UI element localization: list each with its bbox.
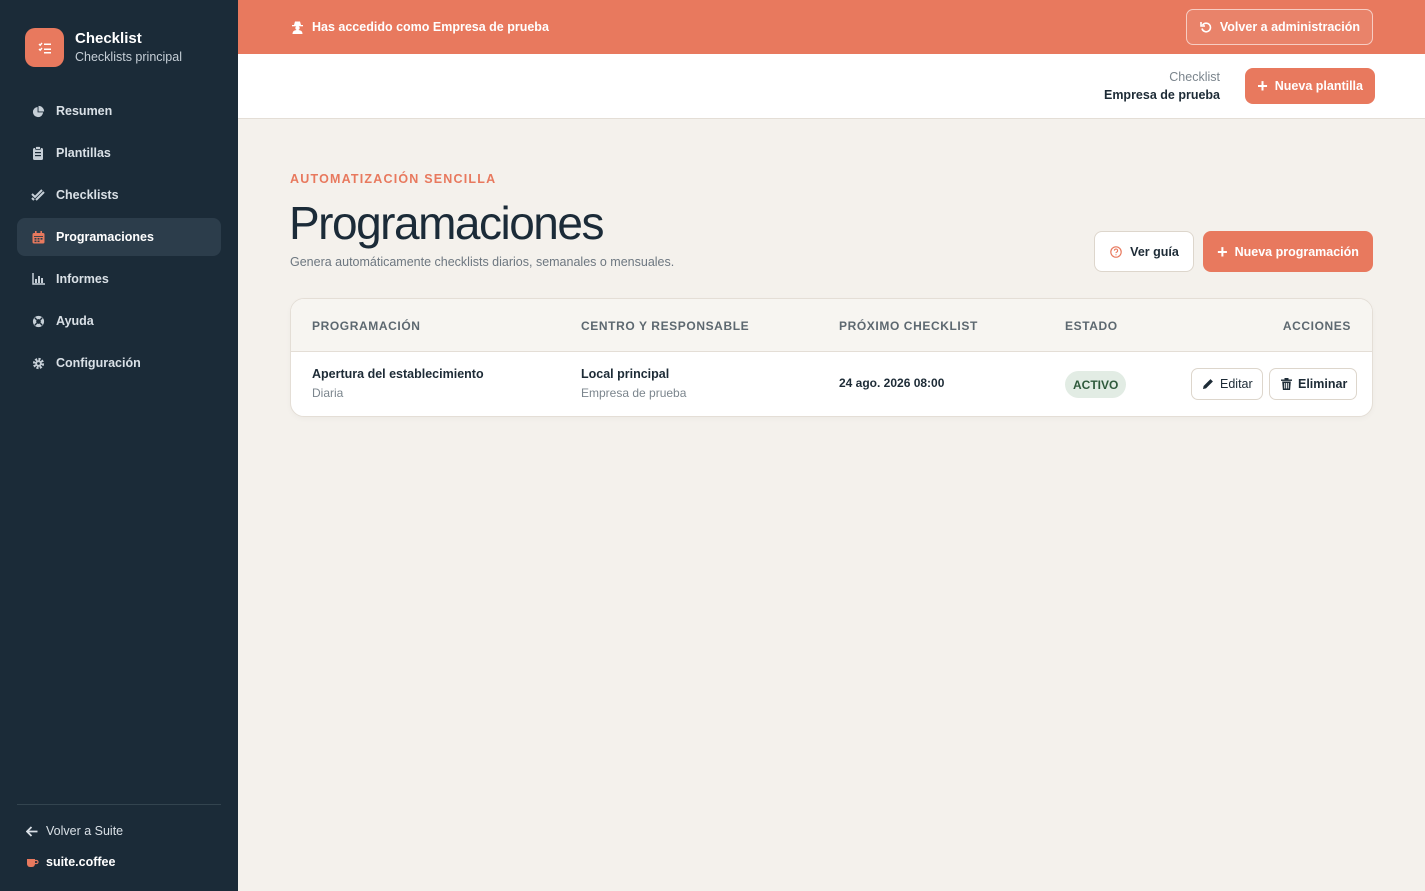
status-badge: ACTIVO	[1065, 371, 1127, 398]
sidebar-item-label: Configuración	[56, 356, 141, 370]
column-header-estado: ESTADO	[1065, 319, 1118, 333]
table-header: PROGRAMACIÓN CENTRO Y RESPONSABLE PRÓXIM…	[291, 299, 1372, 352]
sidebar-item-label: Programaciones	[56, 230, 154, 244]
sidebar-divider	[17, 804, 221, 805]
brand[interactable]: Checklist Checklists principal	[25, 28, 182, 67]
sidebar: Checklist Checklists principal Resumen P…	[0, 0, 238, 891]
brand-subtitle: Checklists principal	[75, 50, 182, 64]
sidebar-item-label: Resumen	[56, 104, 113, 118]
coffee-cup-icon	[25, 855, 39, 869]
column-header-centro: CENTRO Y RESPONSABLE	[581, 319, 750, 333]
schedule-name: Apertura del establecimiento	[312, 367, 484, 381]
banner-text: Has accedido como Empresa de prueba	[312, 20, 549, 34]
sidebar-item-programaciones[interactable]: Programaciones	[17, 218, 221, 256]
page-subtitle: Genera automáticamente checklists diario…	[290, 255, 675, 269]
return-to-admin-label: Volver a administración	[1219, 20, 1360, 34]
column-header-programacion: PROGRAMACIÓN	[312, 319, 421, 333]
bar-chart-icon	[31, 272, 45, 286]
plus-icon: +	[1257, 76, 1268, 96]
impersonation-banner: Has accedido como Empresa de prueba Volv…	[238, 0, 1425, 54]
column-header-proximo: PRÓXIMO CHECKLIST	[839, 319, 978, 333]
new-template-label: Nueva plantilla	[1274, 79, 1363, 93]
sidebar-item-checklists[interactable]: Checklists	[17, 176, 221, 214]
banner-message: Has accedido como Empresa de prueba	[290, 20, 549, 34]
brand-title: Checklist	[75, 30, 142, 47]
suite-brand[interactable]: suite.coffee	[25, 855, 115, 869]
context-company: Empresa de prueba	[1103, 88, 1220, 102]
sidebar-item-label: Checklists	[56, 188, 119, 202]
context-app-name: Checklist	[1169, 70, 1220, 84]
pencil-icon	[1201, 377, 1215, 391]
sidebar-item-label: Plantillas	[56, 146, 111, 160]
schedules-table: PROGRAMACIÓN CENTRO Y RESPONSABLE PRÓXIM…	[290, 298, 1373, 417]
column-header-acciones: ACCIONES	[1282, 319, 1351, 333]
arrow-left-icon	[25, 824, 39, 838]
sidebar-item-informes[interactable]: Informes	[17, 260, 221, 298]
plus-icon: +	[1217, 241, 1228, 262]
edit-label: Editar	[1220, 377, 1253, 391]
sidebar-nav: Resumen Plantillas Checklists Programaci…	[17, 92, 221, 386]
schedule-next-checklist: 24 ago. 2026 08:00	[839, 376, 945, 390]
edit-button[interactable]: Editar	[1191, 368, 1263, 400]
view-guide-button[interactable]: Ver guía	[1094, 231, 1194, 272]
topbar: Checklist Empresa de prueba + Nueva plan…	[238, 54, 1425, 119]
suite-brand-label: suite.coffee	[46, 855, 116, 869]
delete-label: Eliminar	[1298, 377, 1348, 391]
sidebar-item-configuracion[interactable]: Configuración	[17, 344, 221, 382]
delete-button[interactable]: Eliminar	[1269, 368, 1358, 400]
calendar-icon	[31, 230, 45, 244]
page-title: Programaciones	[289, 197, 604, 249]
sidebar-item-label: Informes	[56, 272, 109, 286]
new-schedule-label: Nueva programación	[1234, 244, 1359, 259]
view-guide-label: Ver guía	[1130, 244, 1179, 259]
checklist-logo-icon	[25, 28, 64, 67]
user-secret-icon	[290, 20, 304, 34]
page-eyebrow: AUTOMATIZACIÓN SENCILLA	[290, 172, 497, 186]
gear-icon	[31, 356, 45, 370]
sidebar-item-ayuda[interactable]: Ayuda	[17, 302, 221, 340]
check-double-icon	[31, 188, 45, 202]
new-schedule-button[interactable]: + Nueva programación	[1203, 231, 1373, 272]
back-to-suite-label: Volver a Suite	[46, 824, 124, 838]
return-to-admin-button[interactable]: Volver a administración	[1185, 9, 1373, 45]
lifebuoy-icon	[31, 314, 45, 328]
trash-icon	[1279, 377, 1293, 391]
new-template-button[interactable]: + Nueva plantilla	[1245, 68, 1375, 104]
pie-chart-icon	[31, 104, 45, 118]
undo-icon	[1199, 20, 1213, 34]
schedule-center: Local principal	[581, 367, 670, 381]
context-info: Checklist Empresa de prueba	[1104, 69, 1220, 105]
schedule-frequency: Diaria	[312, 386, 344, 400]
sidebar-item-label: Ayuda	[56, 314, 94, 328]
sidebar-item-plantillas[interactable]: Plantillas	[17, 134, 221, 172]
clipboard-icon	[31, 146, 45, 160]
table-row: Apertura del establecimiento Diaria Loca…	[291, 352, 1372, 416]
question-circle-icon	[1109, 245, 1123, 259]
schedule-responsible: Empresa de prueba	[581, 386, 687, 400]
back-to-suite-link[interactable]: Volver a Suite	[25, 824, 123, 838]
sidebar-item-resumen[interactable]: Resumen	[17, 92, 221, 130]
